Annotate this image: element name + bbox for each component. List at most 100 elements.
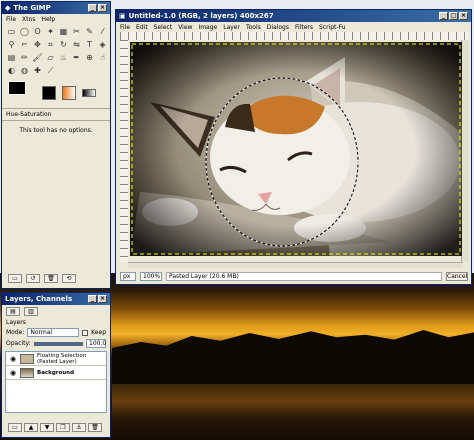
menu-view[interactable]: View: [178, 24, 192, 31]
delete-options-icon[interactable]: 🗑: [44, 274, 58, 283]
color-area: [2, 78, 110, 108]
raise-layer-icon[interactable]: ▲: [24, 423, 38, 432]
scissors-icon[interactable]: ✂: [71, 26, 82, 37]
convolve-icon[interactable]: ◍: [19, 65, 30, 76]
minimize-button[interactable]: _: [88, 4, 97, 12]
smudge-icon[interactable]: ☝: [97, 52, 108, 63]
fg-bg-colors[interactable]: [8, 81, 36, 105]
ink-icon[interactable]: ✒: [71, 52, 82, 63]
image-menubar: File Edit Select View Image Layer Tools …: [116, 22, 471, 32]
menu-xtns[interactable]: Xtns: [22, 16, 35, 23]
clone-icon[interactable]: ⊕: [84, 52, 95, 63]
menu-image[interactable]: Image: [198, 24, 217, 31]
bucket-fill-icon[interactable]: ◈: [97, 39, 108, 50]
minimize-button[interactable]: _: [439, 12, 448, 20]
dodge-burn-icon[interactable]: ◐: [6, 65, 17, 76]
paths-icon[interactable]: ✎: [84, 26, 95, 37]
heal-icon[interactable]: ✚: [32, 65, 43, 76]
keep-transparency-checkbox[interactable]: [82, 329, 89, 336]
menu-file[interactable]: File: [6, 16, 16, 23]
layer-thumbnail: [20, 367, 34, 378]
move-icon[interactable]: ✥: [32, 39, 43, 50]
ellipse-select-icon[interactable]: ◯: [19, 26, 30, 37]
menu-tools[interactable]: Tools: [246, 24, 261, 31]
cancel-button[interactable]: Cancel: [446, 271, 468, 281]
layer-row-background[interactable]: ◉ Background: [6, 366, 106, 380]
menu-script-fu[interactable]: Script-Fu: [319, 24, 346, 31]
layers-list: ◉ Floating Selection (Pasted Layer) ◉ Ba…: [5, 351, 107, 413]
image-canvas[interactable]: [130, 42, 462, 256]
eye-icon[interactable]: ◉: [9, 355, 17, 363]
toolbox-window: ◆ The GIMP _ × File Xtns Help ▭ ◯ ʘ ✦ ▦ …: [1, 1, 111, 289]
layer-row-floating[interactable]: ◉ Floating Selection (Pasted Layer): [6, 352, 106, 366]
crop-icon[interactable]: ⌗: [45, 39, 56, 50]
color-picker-icon[interactable]: ⁄: [97, 26, 108, 37]
pencil-icon[interactable]: ✏: [19, 52, 30, 63]
delete-layer-icon[interactable]: 🗑: [88, 423, 102, 432]
layers-buttons: ▭ ▲ ▼ ❐ ⚓ 🗑: [4, 421, 106, 434]
horizontal-ruler[interactable]: [120, 32, 468, 40]
airbrush-icon[interactable]: ♨: [58, 52, 69, 63]
reset-options-icon[interactable]: ⟲: [62, 274, 76, 283]
image-icon: ▣: [119, 12, 126, 20]
toolbox-menubar: File Xtns Help: [2, 14, 110, 24]
zoom-icon[interactable]: ⚲: [6, 39, 17, 50]
unit-select[interactable]: px: [120, 271, 136, 281]
blend-icon[interactable]: ▤: [6, 52, 17, 63]
mode-select[interactable]: Normal: [27, 328, 80, 337]
status-text: Pasted Layer (20.6 MB): [166, 271, 442, 281]
close-button[interactable]: ×: [459, 12, 468, 20]
perspective-icon[interactable]: ⟋: [45, 65, 56, 76]
measure-icon[interactable]: ⌐: [19, 39, 30, 50]
maximize-button[interactable]: □: [449, 12, 458, 20]
vertical-ruler[interactable]: [120, 40, 128, 262]
eye-icon[interactable]: ◉: [9, 369, 17, 377]
color-select-icon[interactable]: ▦: [58, 26, 69, 37]
menu-select[interactable]: Select: [154, 24, 173, 31]
layer-name: Background: [37, 369, 75, 376]
pattern-preview[interactable]: [62, 86, 76, 100]
free-select-icon[interactable]: ʘ: [32, 26, 43, 37]
gradient-preview[interactable]: [82, 89, 96, 97]
transform-icon[interactable]: ↻: [58, 39, 69, 50]
zoom-field[interactable]: 100%: [140, 271, 162, 281]
layers-window: Layers, Channels _ × ▤ ▥ Layers Mode: No…: [1, 292, 111, 438]
toolbox-titlebar[interactable]: ◆ The GIMP _ ×: [2, 2, 110, 14]
flip-icon[interactable]: ⇋: [71, 39, 82, 50]
horizontal-scrollbar[interactable]: [128, 262, 463, 268]
menu-layer[interactable]: Layer: [223, 24, 240, 31]
cat-photo: [130, 42, 462, 256]
layers-tab-icon[interactable]: ▤: [6, 307, 20, 316]
duplicate-layer-icon[interactable]: ❐: [56, 423, 70, 432]
channels-tab-icon[interactable]: ▥: [24, 307, 38, 316]
anchor-layer-icon[interactable]: ⚓: [72, 423, 86, 432]
save-options-icon[interactable]: ▭: [8, 274, 22, 283]
menu-filters[interactable]: Filters: [295, 24, 313, 31]
text-icon[interactable]: T: [84, 39, 95, 50]
minimize-button[interactable]: _: [88, 295, 97, 303]
vertical-scrollbar[interactable]: [461, 40, 469, 262]
paintbrush-icon[interactable]: 🖌: [32, 52, 43, 63]
layers-titlebar[interactable]: Layers, Channels _ ×: [2, 293, 110, 305]
opacity-value[interactable]: 100.0: [86, 339, 106, 348]
opacity-slider[interactable]: [33, 341, 83, 346]
menu-file[interactable]: File: [120, 24, 130, 31]
tool-options-message: This tool has no options.: [19, 127, 93, 134]
tool-grid: ▭ ◯ ʘ ✦ ▦ ✂ ✎ ⁄ ⚲ ⌐ ✥ ⌗ ↻ ⇋ T ◈ ▤ ✏ 🖌 ▱ …: [2, 24, 110, 78]
restore-options-icon[interactable]: ↺: [26, 274, 40, 283]
rect-select-icon[interactable]: ▭: [6, 26, 17, 37]
image-title: Untitled-1.0 (RGB, 2 layers) 400x267: [128, 12, 274, 20]
desktop-lake: [112, 384, 474, 440]
menu-help[interactable]: Help: [41, 16, 55, 23]
fuzzy-select-icon[interactable]: ✦: [45, 26, 56, 37]
foreground-color-swatch[interactable]: [8, 81, 26, 95]
eraser-icon[interactable]: ▱: [45, 52, 56, 63]
close-button[interactable]: ×: [98, 295, 107, 303]
brush-preview[interactable]: [42, 86, 56, 100]
menu-edit[interactable]: Edit: [136, 24, 148, 31]
close-button[interactable]: ×: [98, 4, 107, 12]
menu-dialogs[interactable]: Dialogs: [267, 24, 289, 31]
new-layer-icon[interactable]: ▭: [8, 423, 22, 432]
lower-layer-icon[interactable]: ▼: [40, 423, 54, 432]
image-titlebar[interactable]: ▣ Untitled-1.0 (RGB, 2 layers) 400x267 _…: [116, 10, 471, 22]
